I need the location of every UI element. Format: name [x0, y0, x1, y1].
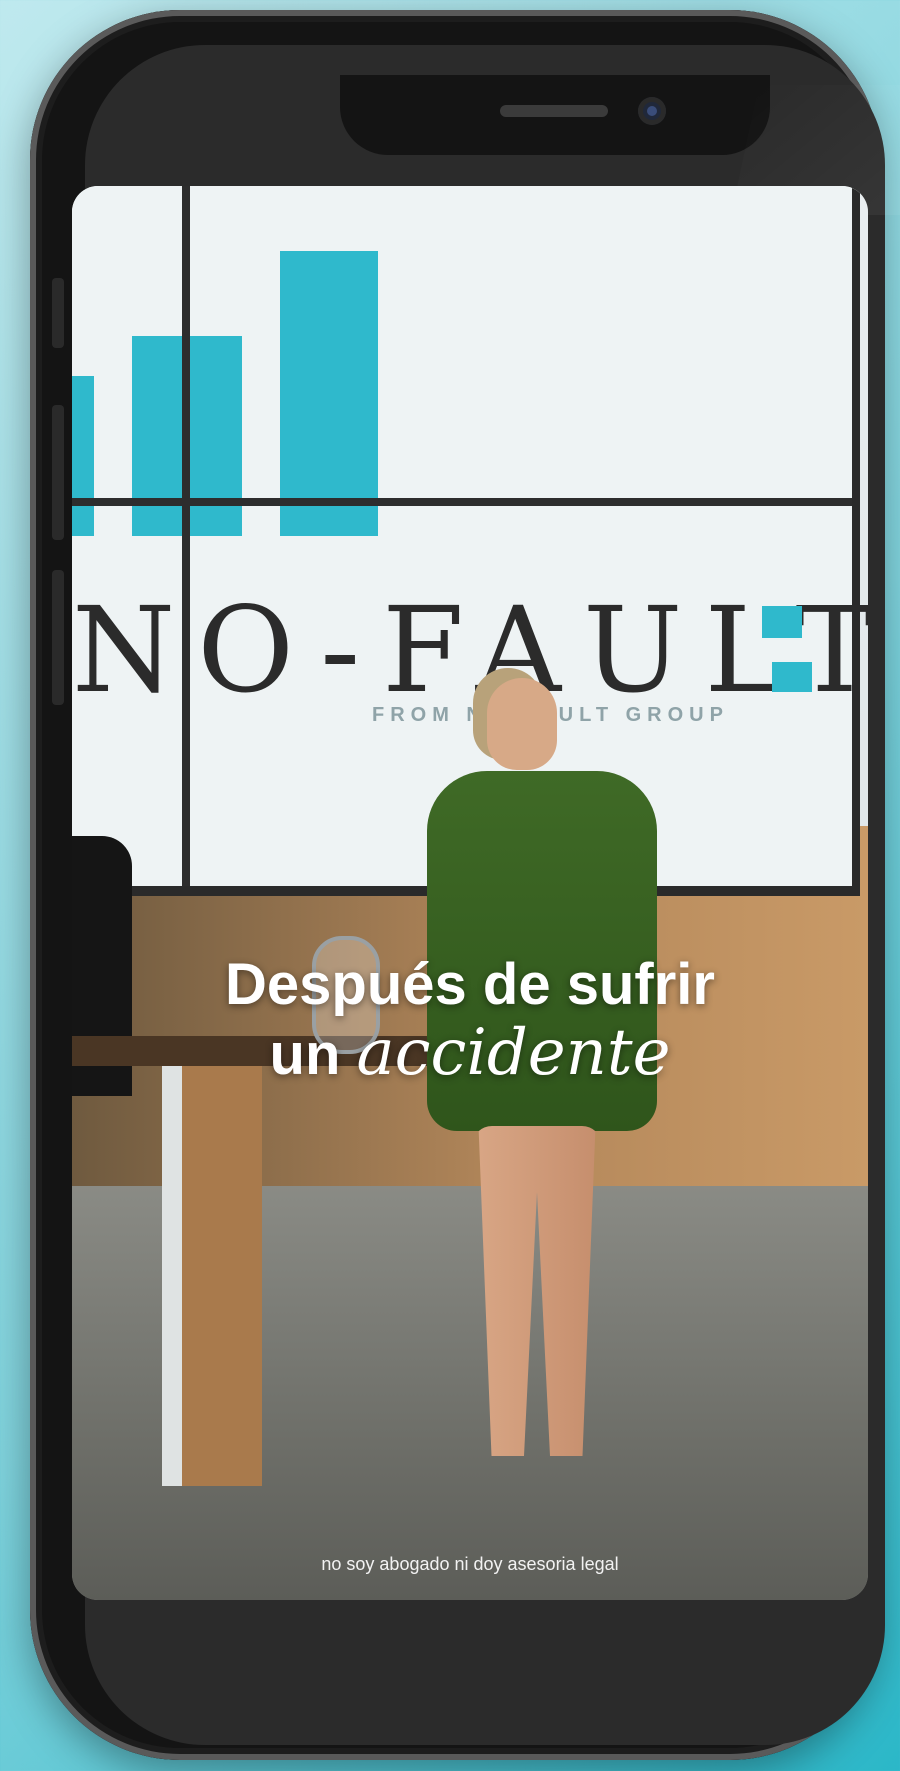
logo-square-icon	[772, 662, 812, 692]
caption-word-accidente: accidente	[356, 1016, 671, 1090]
disclaimer-text: no soy abogado ni doy asesoria legal	[321, 1554, 619, 1574]
desk-side	[162, 1066, 262, 1486]
presenter-head	[487, 678, 557, 770]
video-player[interactable]: NO-FAULT FROM NO-FAULT GROUP Después de …	[72, 186, 868, 1600]
front-camera-icon	[638, 97, 666, 125]
logo-bar-icon	[280, 251, 378, 536]
logo-bar-icon	[72, 376, 94, 536]
volume-down-button	[52, 570, 64, 705]
caption-line-2: un accidente	[72, 1016, 868, 1090]
wall-logo-text: NO-FAULT	[72, 581, 868, 719]
caption-line-1: Después de sufrir	[225, 952, 715, 1017]
silent-switch	[52, 278, 64, 348]
caption-word-un: un	[269, 1022, 341, 1087]
display-seam	[182, 186, 190, 886]
logo-square-icon	[762, 606, 802, 638]
phone-notch	[340, 75, 770, 155]
speaker-grille	[500, 105, 608, 117]
volume-up-button	[52, 405, 64, 540]
